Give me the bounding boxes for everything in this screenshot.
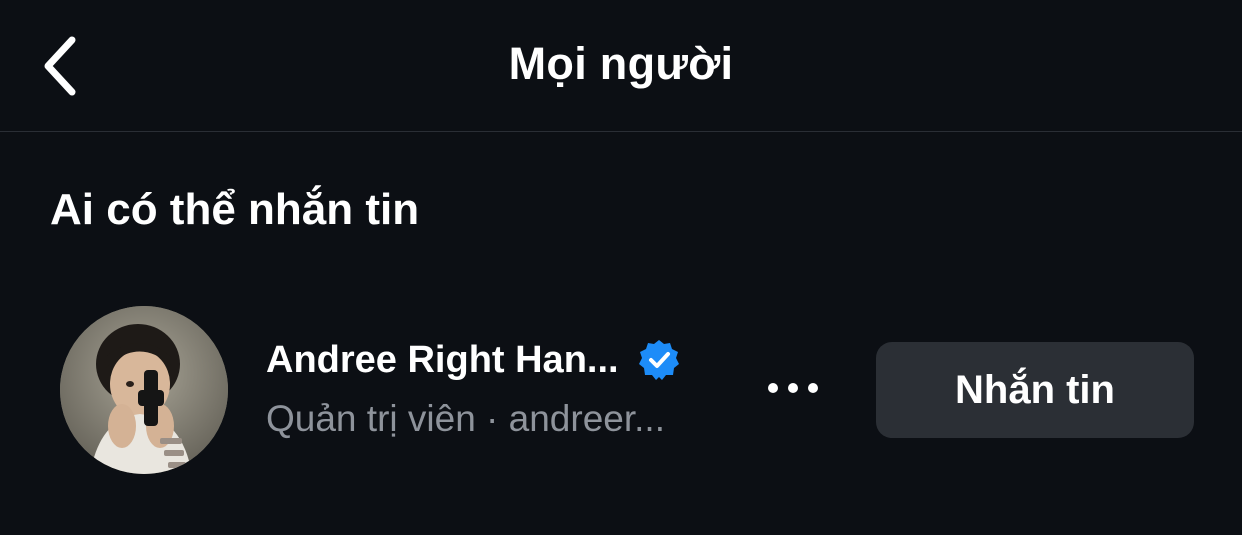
header-bar: Mọi người — [0, 0, 1242, 132]
section-title: Ai có thể nhắn tin — [50, 185, 420, 234]
verified-badge-icon — [637, 338, 681, 382]
avatar[interactable] — [60, 306, 228, 474]
more-horizontal-icon — [768, 383, 818, 393]
member-name-line[interactable]: Andree Right Han... — [266, 338, 681, 382]
member-subtitle: Quản trị viên · andreer... — [266, 398, 665, 439]
page-title: Mọi người — [508, 38, 734, 89]
member-name: Andree Right Han... — [266, 338, 619, 381]
more-options-button[interactable] — [760, 366, 826, 410]
message-button[interactable]: Nhắn tin — [876, 342, 1194, 438]
avatar-photo — [60, 306, 228, 474]
member-row[interactable]: Andree Right Han... Quản trị viên · andr… — [0, 296, 1242, 484]
screen: Mọi người Ai có thể nhắn tin Andree Righ… — [0, 0, 1242, 535]
